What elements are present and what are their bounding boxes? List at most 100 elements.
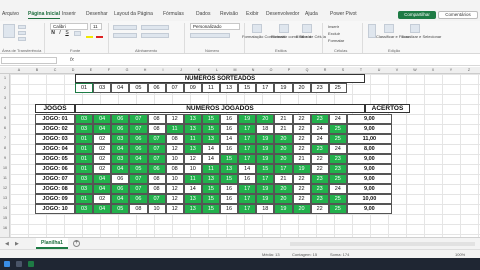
row-header[interactable]: 5 [0,116,10,120]
hit-number-cell[interactable]: 06 [129,134,148,144]
comments-button[interactable]: Comentários [438,11,478,19]
format-painter-icon[interactable] [18,37,26,41]
ribbon-tab[interactable]: Layout da Página [114,11,153,17]
hit-number-cell[interactable]: 19 [292,164,311,174]
hit-number-cell[interactable]: 11 [201,164,220,174]
column-header[interactable]: N [244,68,262,72]
hit-number-cell[interactable]: 06 [111,124,130,134]
column-header[interactable]: R [316,68,334,72]
sorted-number-cell[interactable]: 11 [201,83,220,93]
hit-number-cell[interactable]: 20 [256,114,275,124]
hit-number-cell[interactable]: 04 [111,164,130,174]
hits-count-cell[interactable]: 9,00 [346,154,392,164]
game-name-cell[interactable]: JOGO: 04 [35,144,75,154]
column-header[interactable]: K [190,68,208,72]
find-select-icon[interactable] [410,24,420,33]
column-header[interactable]: M [226,68,244,72]
played-number-cell[interactable]: 12 [165,114,184,124]
played-number-cell[interactable]: 24 [328,144,347,154]
hit-number-cell[interactable]: 05 [129,164,148,174]
hits-count-cell[interactable]: 8,00 [346,144,392,154]
played-number-cell[interactable]: 02 [93,194,112,204]
hit-number-cell[interactable]: 06 [111,184,130,194]
sort-filter-icon[interactable] [384,24,394,33]
hit-number-cell[interactable]: 19 [256,184,275,194]
column-header[interactable]: B [28,68,46,72]
hit-number-cell[interactable]: 20 [274,184,293,194]
hit-number-cell[interactable]: 13 [201,134,220,144]
horizontal-scrollbar[interactable] [290,242,475,246]
played-number-cell[interactable]: 22 [292,114,311,124]
hit-number-cell[interactable]: 03 [111,134,130,144]
column-header[interactable]: C [46,68,64,72]
played-number-cell[interactable]: 16 [220,184,239,194]
hit-number-cell[interactable]: 15 [201,204,220,214]
hit-number-cell[interactable]: 15 [201,194,220,204]
hit-number-cell[interactable]: 17 [238,144,257,154]
sorted-number-cell[interactable]: 07 [165,83,184,93]
hit-number-cell[interactable]: 25 [328,134,347,144]
hit-number-cell[interactable]: 03 [75,174,94,184]
played-number-cell[interactable]: 08 [165,164,184,174]
played-number-cell[interactable]: 14 [183,184,202,194]
hit-number-cell[interactable]: 04 [93,204,112,214]
played-number-cell[interactable]: 21 [274,114,293,124]
played-number-cell[interactable]: 16 [220,144,239,154]
hit-number-cell[interactable]: 03 [111,154,130,164]
played-number-cell[interactable]: 10 [147,204,166,214]
column-header[interactable]: W [406,68,424,72]
hit-number-cell[interactable]: 01 [75,144,94,154]
row-header[interactable]: 13 [0,196,10,200]
hits-count-cell[interactable]: 9,00 [346,124,392,134]
sorted-number-cell[interactable]: 01 [75,83,94,93]
hit-number-cell[interactable]: 13 [183,204,202,214]
hit-number-cell[interactable]: 01 [75,164,94,174]
add-sheet-icon[interactable]: + [73,240,80,247]
played-number-cell[interactable]: 22 [310,204,329,214]
hit-number-cell[interactable]: 06 [147,164,166,174]
hits-count-cell[interactable]: 9,00 [346,174,392,184]
hit-number-cell[interactable]: 07 [147,134,166,144]
hit-number-cell[interactable]: 07 [129,124,148,134]
played-number-cell[interactable]: 21 [274,174,293,184]
played-number-cell[interactable]: 16 [220,204,239,214]
hit-number-cell[interactable]: 01 [75,194,94,204]
played-number-cell[interactable]: 16 [220,124,239,134]
hit-number-cell[interactable]: 01 [75,154,94,164]
row-header[interactable]: 7 [0,136,10,140]
game-name-cell[interactable]: JOGO: 01 [35,114,75,124]
ribbon-tab[interactable]: Desenvolvedor [266,11,299,17]
played-number-cell[interactable]: 12 [165,194,184,204]
vertical-align-icons[interactable] [113,25,137,30]
played-number-cell[interactable]: 22 [292,134,311,144]
name-box[interactable] [1,57,57,64]
played-number-cell[interactable]: 18 [256,204,275,214]
hit-number-cell[interactable]: 03 [75,204,94,214]
column-header[interactable]: I [154,68,172,72]
hit-number-cell[interactable]: 23 [328,154,347,164]
fill-color-icon[interactable] [86,36,93,38]
format-as-table-icon[interactable] [279,24,289,33]
game-name-cell[interactable]: JOGO: 07 [35,174,75,184]
row-header[interactable]: 12 [0,186,10,190]
played-number-cell[interactable]: 14 [238,164,257,174]
hit-number-cell[interactable]: 19 [256,144,275,154]
hit-number-cell[interactable]: 19 [256,194,275,204]
hit-number-cell[interactable]: 03 [75,114,94,124]
hits-count-cell[interactable]: 10,00 [346,194,392,204]
excel-icon[interactable] [28,261,34,267]
hit-number-cell[interactable]: 25 [328,204,347,214]
played-number-cell[interactable]: 16 [238,174,257,184]
row-header[interactable]: 1 [0,76,10,80]
hit-number-cell[interactable]: 01 [75,134,94,144]
hit-number-cell[interactable]: 17 [238,194,257,204]
hit-number-cell[interactable]: 17 [238,134,257,144]
column-header[interactable]: J [172,68,190,72]
played-number-cell[interactable]: 10 [165,174,184,184]
wrap-text-button[interactable] [141,25,169,30]
hit-number-cell[interactable]: 07 [147,144,166,154]
played-number-cell[interactable]: 22 [292,124,311,134]
sorted-number-cell[interactable]: 19 [274,83,293,93]
row-header[interactable]: 6 [0,126,10,130]
autosum-icon[interactable] [368,24,376,38]
